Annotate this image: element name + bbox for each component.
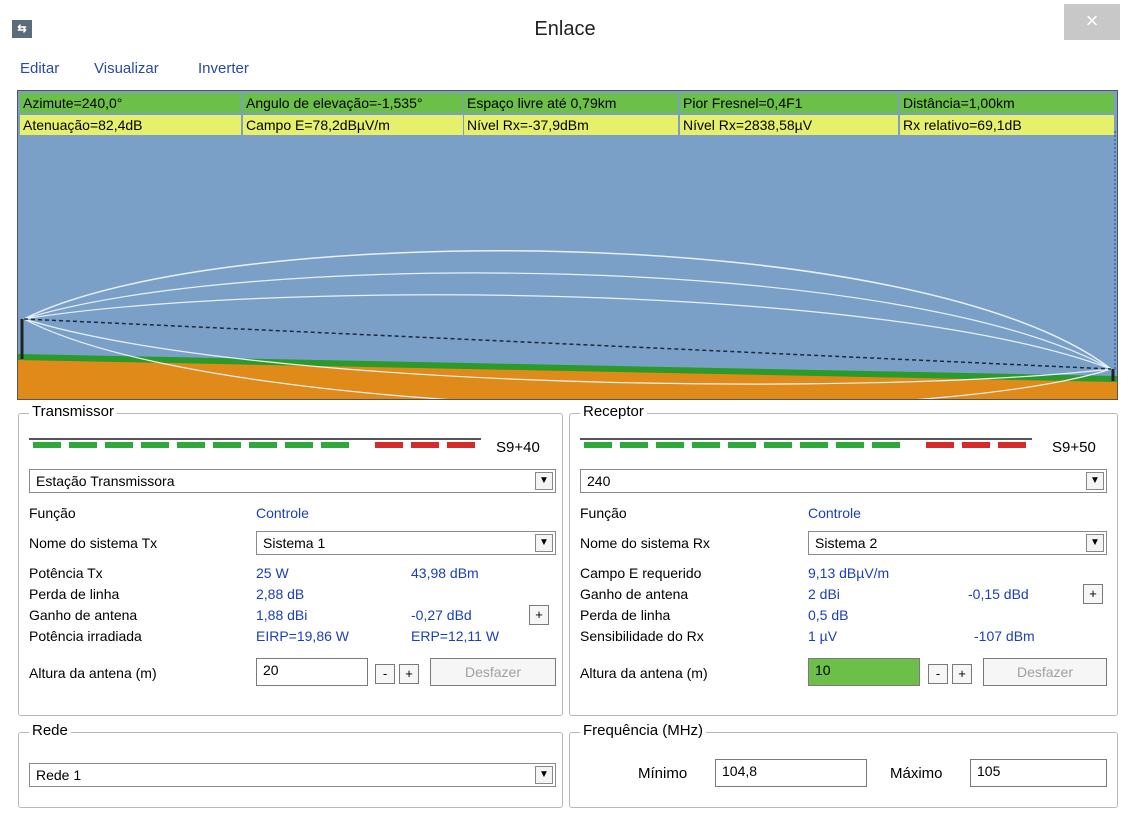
rx-ganho-dbi: 2 dBi xyxy=(808,586,840,602)
info-nivel-rx-uv: Nível Rx=2838,58µV xyxy=(680,115,898,135)
rx-altura-plus-button[interactable]: + xyxy=(952,664,972,684)
frequency-legend: Frequência (MHz) xyxy=(580,722,707,739)
tx-sistema-select[interactable]: Sistema 1 ▼ xyxy=(256,531,556,555)
network-value: Rede 1 xyxy=(36,767,82,783)
chevron-down-icon[interactable]: ▼ xyxy=(1086,472,1104,490)
chevron-down-icon[interactable]: ▼ xyxy=(535,766,553,784)
rx-ganho-dbd: -0,15 dBd xyxy=(968,586,1029,602)
chevron-down-icon[interactable]: ▼ xyxy=(535,534,553,552)
menu-inverter[interactable]: Inverter xyxy=(198,60,249,77)
rx-sens-dbm: -107 dBm xyxy=(974,628,1035,644)
freq-max-label: Máximo xyxy=(890,765,943,782)
info-angulo-elevacao: Angulo de elevação=-1,535° xyxy=(243,93,463,113)
transmitter-panel: Transmissor S9+40 Estação Transmissora ▼… xyxy=(18,403,563,716)
rx-station-value: 240 xyxy=(587,473,611,489)
freq-max-input[interactable]: 105 xyxy=(970,759,1107,787)
tx-ganho-label: Ganho de antena xyxy=(29,607,138,623)
tx-ganho-dbd: -0,27 dBd xyxy=(411,607,472,623)
title-bar: ⇆ Enlace × xyxy=(0,0,1130,52)
tx-altura-minus-button[interactable]: - xyxy=(375,664,395,684)
rx-campo-label: Campo E requerido xyxy=(580,565,702,581)
info-pior-fresnel: Pior Fresnel=0,4F1 xyxy=(680,93,898,113)
close-button[interactable]: × xyxy=(1064,4,1120,40)
fresnel-zone-upper-outer xyxy=(23,250,1112,370)
rx-altura-input[interactable]: 10 xyxy=(808,658,920,686)
info-espaco-livre: Espaço livre até 0,79km xyxy=(464,93,678,113)
menu-editar[interactable]: Editar xyxy=(20,60,59,77)
tx-meter-label: S9+40 xyxy=(496,439,540,456)
tx-eirp: EIRP=19,86 W xyxy=(256,628,349,644)
chevron-down-icon[interactable]: ▼ xyxy=(535,472,553,490)
tx-station-value: Estação Transmissora xyxy=(36,473,175,489)
rx-funcao-label: Função xyxy=(580,505,627,521)
network-panel: Rede Rede 1 ▼ xyxy=(18,722,563,808)
network-select[interactable]: Rede 1 ▼ xyxy=(29,763,556,787)
tx-signal-meter xyxy=(29,438,481,452)
info-rx-relativo: Rx relativo=69,1dB xyxy=(900,115,1114,135)
tx-potencia-label: Potência Tx xyxy=(29,565,103,581)
tx-altura-input[interactable]: 20 xyxy=(256,658,368,686)
tx-perda-value: 2,88 dB xyxy=(256,586,305,602)
tx-funcao-label: Função xyxy=(29,505,76,521)
tx-ganho-plus-button[interactable]: + xyxy=(529,605,549,625)
rx-station-select[interactable]: 240 ▼ xyxy=(580,469,1107,493)
rx-sens-uv: 1 µV xyxy=(808,628,838,644)
tx-irradiada-label: Potência irradiada xyxy=(29,628,142,644)
receiver-panel: Receptor S9+50 240 ▼ Função Controle Nom… xyxy=(569,403,1118,716)
rx-funcao-value: Controle xyxy=(808,505,861,521)
rx-sistema-select[interactable]: Sistema 2 ▼ xyxy=(808,531,1107,555)
info-distancia: Distância=1,00km xyxy=(900,93,1114,113)
tx-sistema-value: Sistema 1 xyxy=(263,535,326,551)
chevron-down-icon[interactable]: ▼ xyxy=(1086,534,1104,552)
tx-station-select[interactable]: Estação Transmissora ▼ xyxy=(29,469,556,493)
menu-bar: Editar Visualizar Inverter xyxy=(0,56,1130,82)
rx-altura-minus-button[interactable]: - xyxy=(928,664,948,684)
rx-perda-value: 0,5 dB xyxy=(808,607,849,623)
rx-altura-label: Altura da antena (m) xyxy=(580,665,708,681)
rx-ganho-label: Ganho de antena xyxy=(580,586,689,602)
tx-potencia-w: 25 W xyxy=(256,565,289,581)
tx-potencia-dbm: 43,98 dBm xyxy=(411,565,479,581)
tx-undo-button[interactable]: Desfazer xyxy=(430,658,556,686)
info-nivel-rx-dbm: Nível Rx=-37,9dBm xyxy=(464,115,678,135)
freq-min-label: Mínimo xyxy=(638,765,688,782)
radio-link-profile[interactable]: Azimute=240,0° Angulo de elevação=-1,535… xyxy=(17,90,1118,400)
rx-ganho-plus-button[interactable]: + xyxy=(1083,584,1103,604)
receiver-legend: Receptor xyxy=(580,403,647,420)
frequency-panel: Frequência (MHz) Mínimo 104,8 Máximo 105 xyxy=(569,722,1118,808)
rx-perda-label: Perda de linha xyxy=(580,607,671,623)
rx-undo-button[interactable]: Desfazer xyxy=(983,658,1107,686)
transmitter-legend: Transmissor xyxy=(29,403,117,420)
window-title: Enlace xyxy=(534,18,596,40)
rx-signal-meter xyxy=(580,438,1032,452)
tx-ganho-dbi: 1,88 dBi xyxy=(256,607,308,623)
freq-min-input[interactable]: 104,8 xyxy=(715,759,867,787)
network-legend: Rede xyxy=(29,722,71,739)
rx-sistema-label: Nome do sistema Rx xyxy=(580,535,710,551)
info-campo-e: Campo E=78,2dBµV/m xyxy=(243,115,463,135)
tx-sistema-label: Nome do sistema Tx xyxy=(29,535,158,551)
tx-funcao-value: Controle xyxy=(256,505,309,521)
profile-drawing xyxy=(18,131,1117,399)
tx-altura-plus-button[interactable]: + xyxy=(399,664,419,684)
rx-sistema-value: Sistema 2 xyxy=(815,535,878,551)
rx-campo-value: 9,13 dBµV/m xyxy=(808,565,890,581)
rx-meter-label: S9+50 xyxy=(1052,439,1096,456)
menu-visualizar[interactable]: Visualizar xyxy=(94,60,159,77)
tx-altura-label: Altura da antena (m) xyxy=(29,665,157,681)
tx-erp: ERP=12,11 W xyxy=(411,628,500,644)
info-atenuacao: Atenuação=82,4dB xyxy=(20,115,241,135)
tx-perda-label: Perda de linha xyxy=(29,586,120,602)
fresnel-zone-upper-mid xyxy=(23,272,1112,370)
rx-sens-label: Sensibilidade do Rx xyxy=(580,628,704,644)
info-azimute: Azimute=240,0° xyxy=(20,93,241,113)
